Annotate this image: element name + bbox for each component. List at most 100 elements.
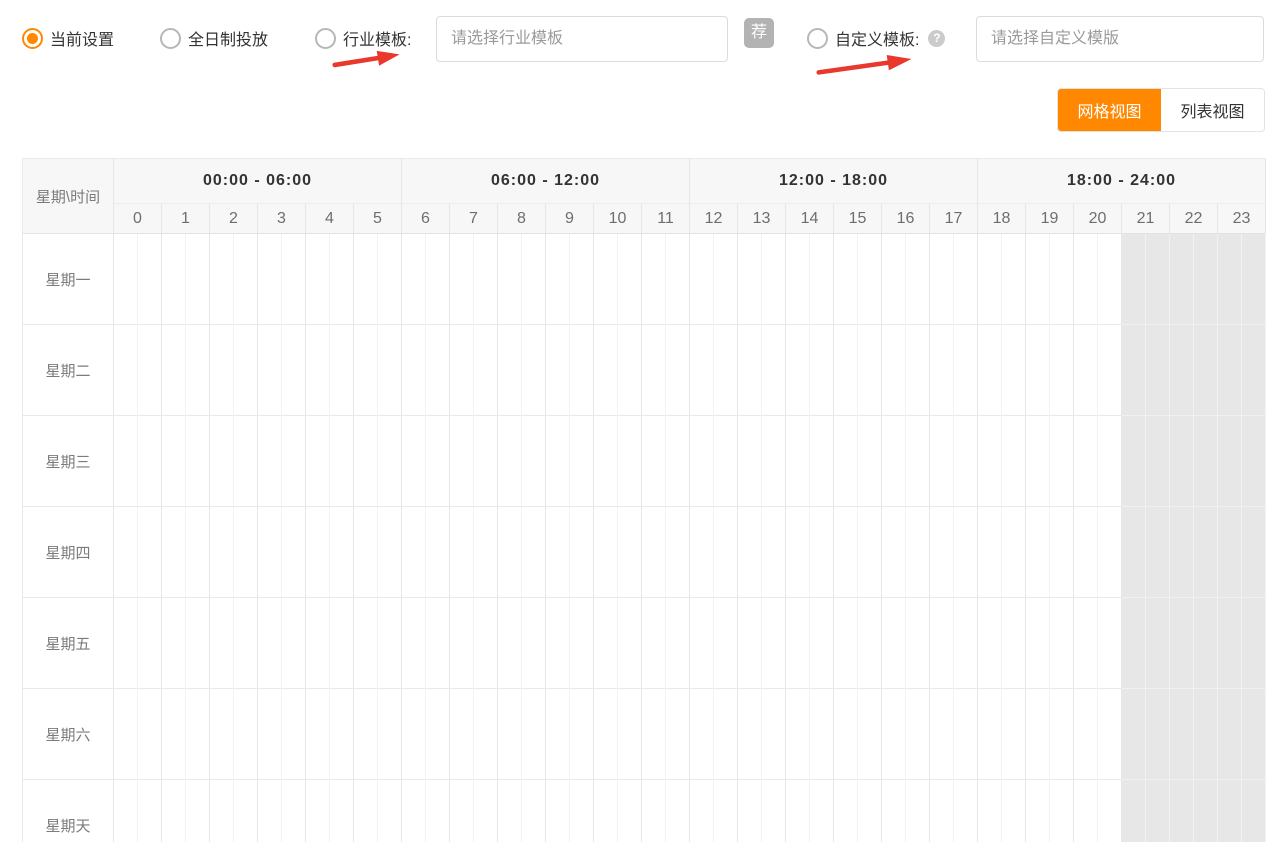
timeslot-cell[interactable] <box>690 689 714 780</box>
timeslot-cell[interactable] <box>1146 507 1170 598</box>
timeslot-cell[interactable] <box>450 689 474 780</box>
timeslot-cell[interactable] <box>426 780 450 842</box>
timeslot-cell[interactable] <box>234 507 258 598</box>
timeslot-cell[interactable] <box>570 325 594 416</box>
help-icon[interactable]: ? <box>928 30 945 47</box>
timeslot-cell[interactable] <box>1098 689 1122 780</box>
timeslot-cell[interactable] <box>714 689 738 780</box>
timeslot-cell[interactable] <box>762 416 786 507</box>
timeslot-cell[interactable] <box>1242 325 1266 416</box>
tab-list-view[interactable]: 列表视图 <box>1161 89 1264 131</box>
timeslot-cell[interactable] <box>1074 780 1098 842</box>
timeslot-cell[interactable] <box>354 325 378 416</box>
timeslot-cell[interactable] <box>1218 780 1242 842</box>
timeslot-cell[interactable] <box>594 325 618 416</box>
timeslot-cell[interactable] <box>666 689 690 780</box>
timeslot-cell[interactable] <box>1002 780 1026 842</box>
timeslot-cell[interactable] <box>522 689 546 780</box>
timeslot-cell[interactable] <box>1242 507 1266 598</box>
timeslot-cell[interactable] <box>882 689 906 780</box>
timeslot-cell[interactable] <box>714 234 738 325</box>
timeslot-cell[interactable] <box>1050 507 1074 598</box>
timeslot-cell[interactable] <box>258 234 282 325</box>
timeslot-cell[interactable] <box>330 507 354 598</box>
timeslot-cell[interactable] <box>1098 234 1122 325</box>
timeslot-cell[interactable] <box>930 416 954 507</box>
timeslot-cell[interactable] <box>498 325 522 416</box>
timeslot-cell[interactable] <box>1002 689 1026 780</box>
timeslot-cell[interactable] <box>1098 507 1122 598</box>
timeslot-cell[interactable] <box>378 416 402 507</box>
timeslot-cell[interactable] <box>1146 689 1170 780</box>
timeslot-cell[interactable] <box>1002 325 1026 416</box>
timeslot-cell[interactable] <box>210 234 234 325</box>
timeslot-cell[interactable] <box>138 689 162 780</box>
timeslot-cell[interactable] <box>1146 325 1170 416</box>
timeslot-cell[interactable] <box>762 325 786 416</box>
timeslot-cell[interactable] <box>234 234 258 325</box>
timeslot-cell[interactable] <box>114 325 138 416</box>
timeslot-cell[interactable] <box>306 598 330 689</box>
timeslot-cell[interactable] <box>1002 598 1026 689</box>
timeslot-cell[interactable] <box>642 689 666 780</box>
timeslot-cell[interactable] <box>426 325 450 416</box>
timeslot-cell[interactable] <box>1074 325 1098 416</box>
timeslot-cell[interactable] <box>762 780 786 842</box>
timeslot-cell[interactable] <box>498 598 522 689</box>
timeslot-cell[interactable] <box>1122 598 1146 689</box>
timeslot-cell[interactable] <box>1122 689 1146 780</box>
timeslot-cell[interactable] <box>954 689 978 780</box>
timeslot-cell[interactable] <box>1122 507 1146 598</box>
timeslot-cell[interactable] <box>978 325 1002 416</box>
timeslot-cell[interactable] <box>738 507 762 598</box>
timeslot-cell[interactable] <box>162 689 186 780</box>
radio-industry-template[interactable]: 行业模板: <box>315 26 411 50</box>
timeslot-cell[interactable] <box>1194 416 1218 507</box>
timeslot-cell[interactable] <box>186 325 210 416</box>
timeslot-cell[interactable] <box>666 416 690 507</box>
timeslot-cell[interactable] <box>498 416 522 507</box>
timeslot-cell[interactable] <box>354 416 378 507</box>
timeslot-cell[interactable] <box>234 325 258 416</box>
timeslot-cell[interactable] <box>690 234 714 325</box>
timeslot-cell[interactable] <box>570 689 594 780</box>
timeslot-cell[interactable] <box>522 780 546 842</box>
timeslot-cell[interactable] <box>138 780 162 842</box>
timeslot-cell[interactable] <box>210 416 234 507</box>
timeslot-cell[interactable] <box>786 689 810 780</box>
timeslot-cell[interactable] <box>666 234 690 325</box>
timeslot-cell[interactable] <box>522 507 546 598</box>
timeslot-cell[interactable] <box>762 689 786 780</box>
timeslot-cell[interactable] <box>426 598 450 689</box>
timeslot-cell[interactable] <box>1002 234 1026 325</box>
timeslot-cell[interactable] <box>1026 598 1050 689</box>
timeslot-cell[interactable] <box>522 598 546 689</box>
timeslot-cell[interactable] <box>186 416 210 507</box>
timeslot-cell[interactable] <box>1050 234 1074 325</box>
timeslot-cell[interactable] <box>810 780 834 842</box>
timeslot-cell[interactable] <box>906 598 930 689</box>
timeslot-cell[interactable] <box>450 234 474 325</box>
timeslot-cell[interactable] <box>906 416 930 507</box>
timeslot-cell[interactable] <box>1194 780 1218 842</box>
timeslot-cell[interactable] <box>282 416 306 507</box>
timeslot-cell[interactable] <box>930 598 954 689</box>
timeslot-cell[interactable] <box>1146 780 1170 842</box>
timeslot-cell[interactable] <box>858 416 882 507</box>
timeslot-cell[interactable] <box>834 416 858 507</box>
radio-current-settings[interactable]: 当前设置 <box>22 26 114 50</box>
timeslot-cell[interactable] <box>450 507 474 598</box>
timeslot-cell[interactable] <box>570 780 594 842</box>
timeslot-cell[interactable] <box>378 689 402 780</box>
timeslot-cell[interactable] <box>1026 507 1050 598</box>
timeslot-cell[interactable] <box>858 234 882 325</box>
timeslot-cell[interactable] <box>618 507 642 598</box>
timeslot-cell[interactable] <box>618 325 642 416</box>
timeslot-cell[interactable] <box>234 598 258 689</box>
timeslot-cell[interactable] <box>258 598 282 689</box>
timeslot-cell[interactable] <box>474 507 498 598</box>
timeslot-cell[interactable] <box>1242 234 1266 325</box>
timeslot-cell[interactable] <box>1122 234 1146 325</box>
timeslot-cell[interactable] <box>1074 689 1098 780</box>
timeslot-cell[interactable] <box>1074 507 1098 598</box>
